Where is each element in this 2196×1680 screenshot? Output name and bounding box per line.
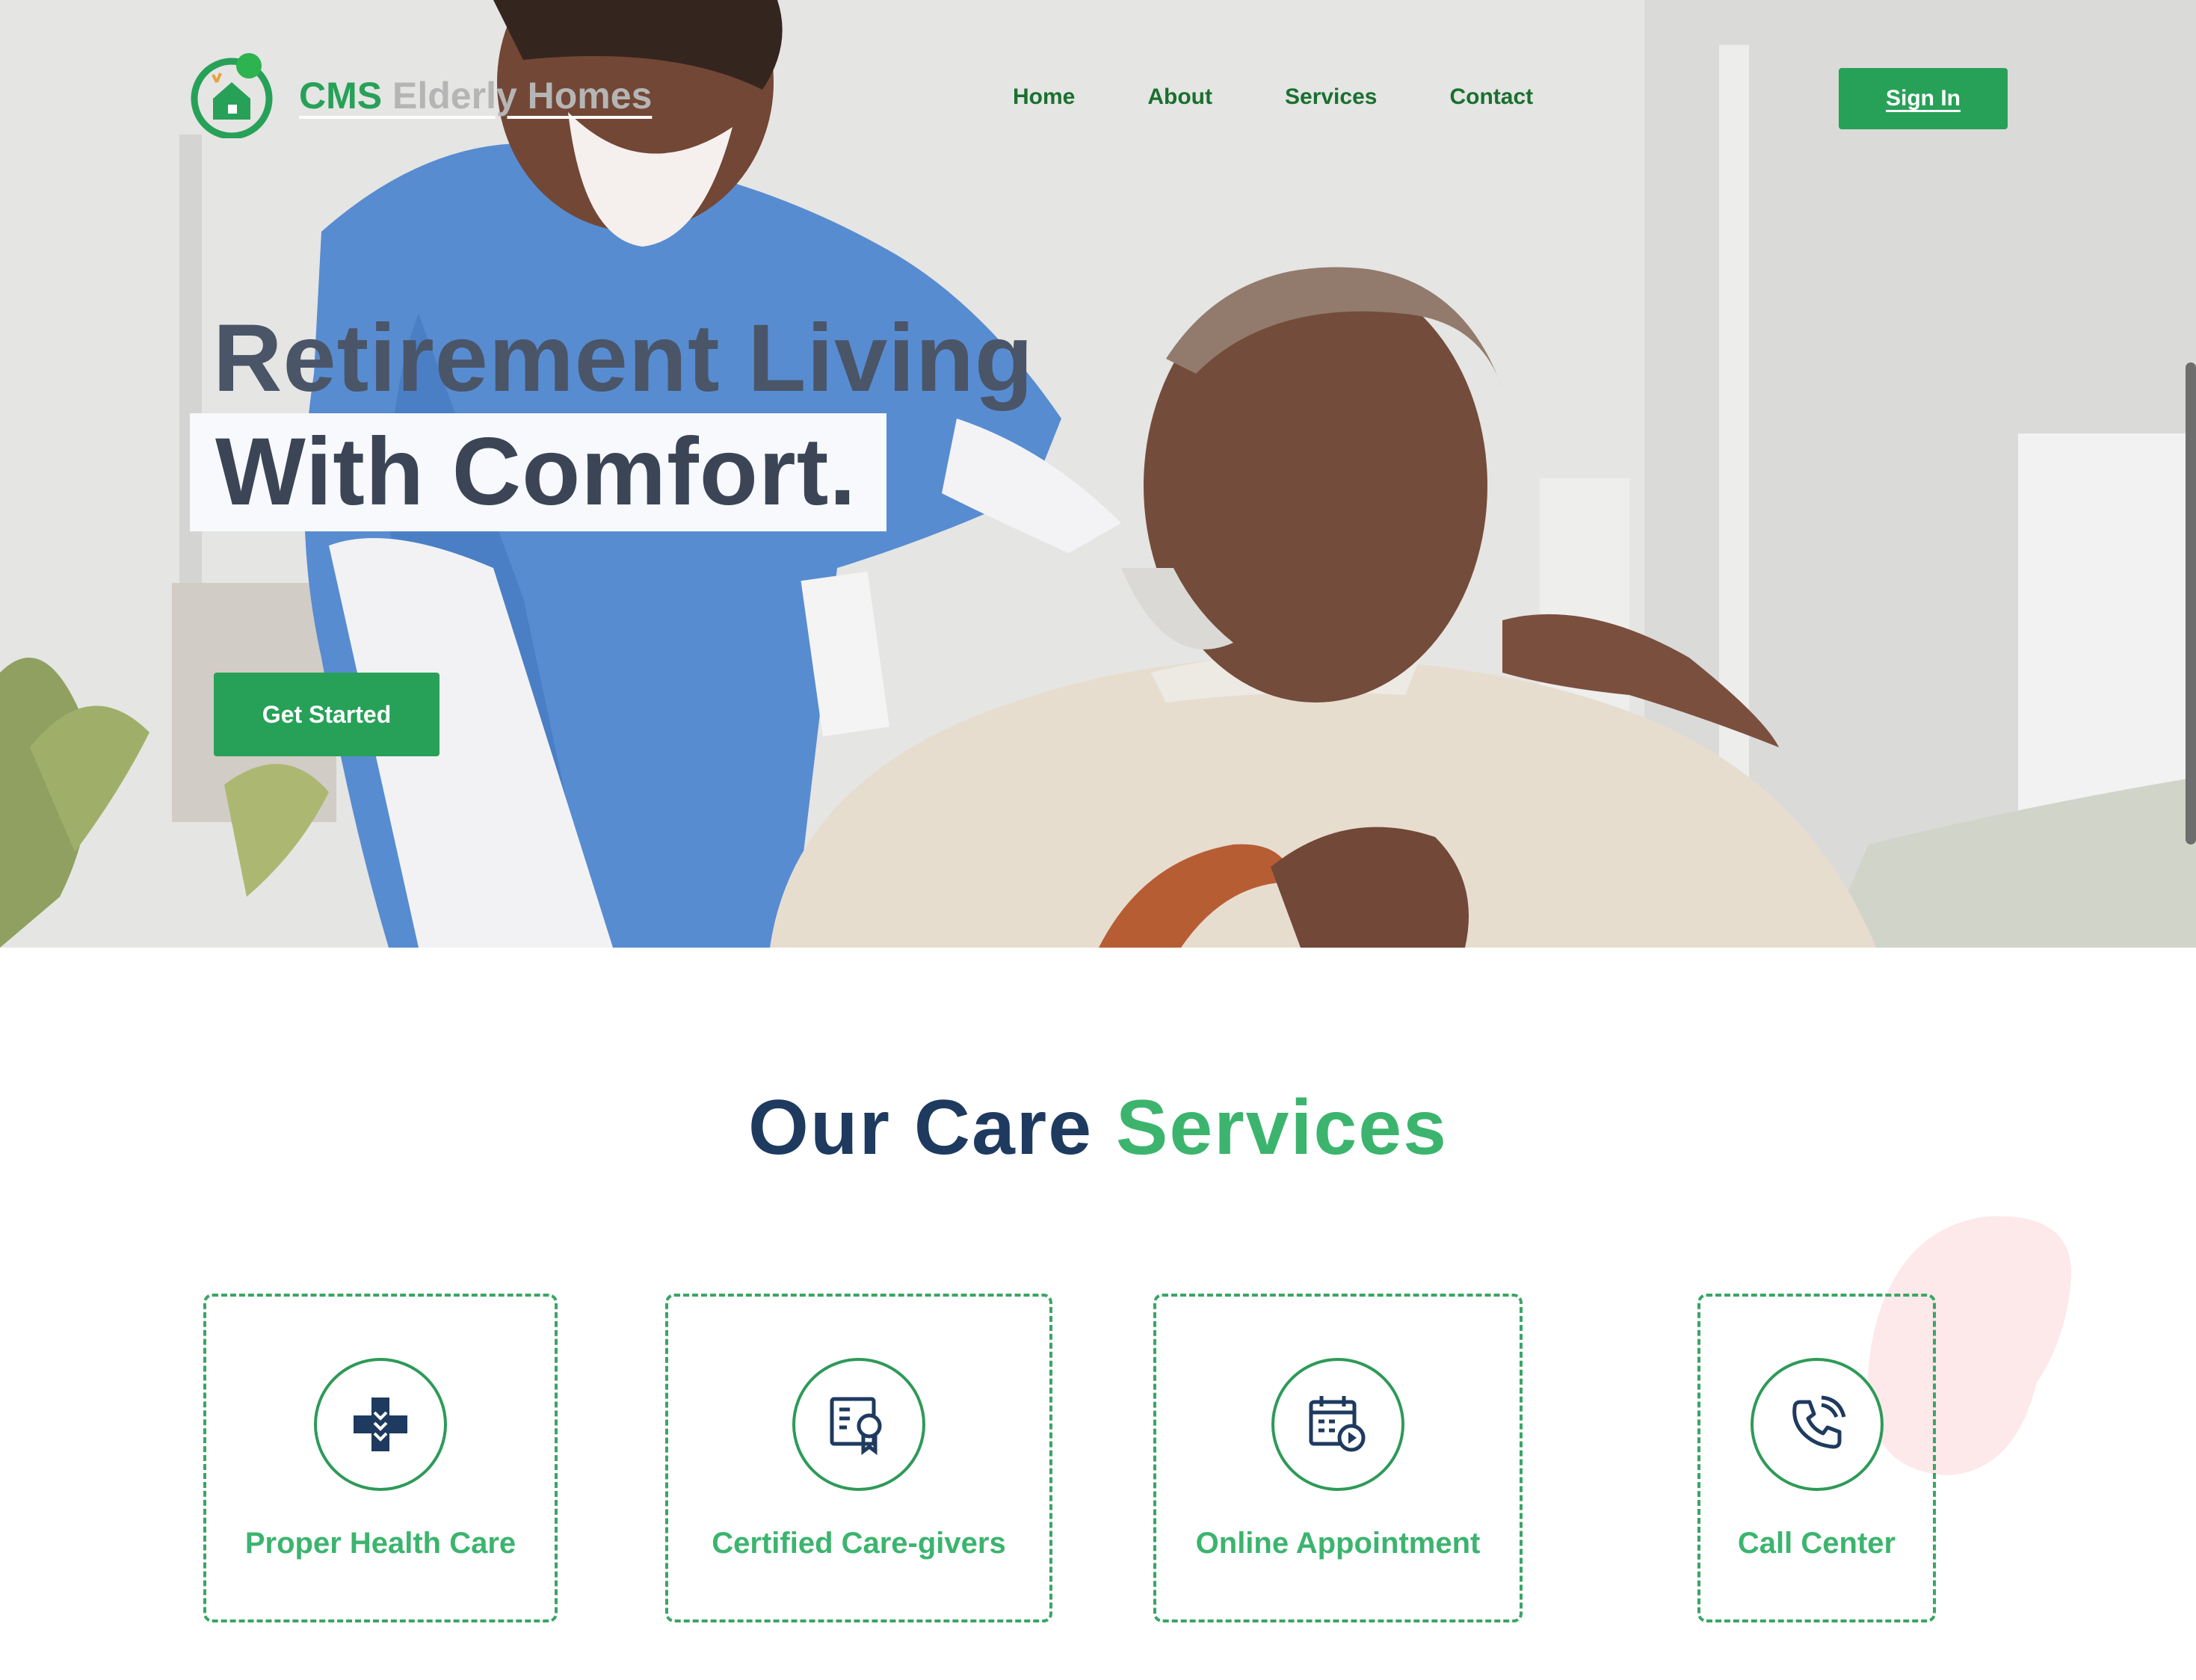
service-card-online-appointment[interactable]: Online Appointment xyxy=(1153,1294,1523,1622)
hero-section: CMS Elderly Homes Home About Services Co… xyxy=(0,0,2196,948)
nav-link-home[interactable]: Home xyxy=(1013,84,1075,110)
hero-title-line2: With Comfort. xyxy=(190,413,886,531)
services-heading: Our Care Services xyxy=(0,1084,2196,1173)
hero-title-line1: Retirement Living xyxy=(213,305,1034,412)
phone-icon xyxy=(1750,1358,1884,1491)
service-card-label: Proper Health Care xyxy=(244,1527,516,1560)
medical-cross-icon xyxy=(314,1358,447,1491)
certificate-icon xyxy=(792,1358,925,1491)
brand-name-part1: CMS xyxy=(299,74,383,117)
service-card-label: Certified Care-givers xyxy=(712,1527,1006,1560)
brand-name: CMS Elderly Homes xyxy=(299,74,652,117)
service-card-health-care[interactable]: Proper Health Care xyxy=(203,1294,558,1622)
brand-name-part2: Elderly Homes xyxy=(392,74,653,117)
services-heading-part2: Services xyxy=(1116,1084,1448,1171)
sign-in-button[interactable]: Sign In xyxy=(1839,68,2008,129)
service-card-call-center[interactable]: Call Center xyxy=(1697,1294,1936,1622)
calendar-appointment-icon xyxy=(1271,1358,1404,1491)
scrollbar[interactable] xyxy=(2186,362,2196,844)
logo[interactable]: CMS Elderly Homes xyxy=(191,52,652,138)
nav-link-contact[interactable]: Contact xyxy=(1449,84,1533,110)
service-card-label: Online Appointment xyxy=(1195,1527,1481,1560)
nav-link-about[interactable]: About xyxy=(1147,84,1212,110)
main-nav: Home About Services Contact xyxy=(1013,84,1606,110)
nav-link-services[interactable]: Services xyxy=(1285,84,1377,110)
get-started-button[interactable]: Get Started xyxy=(214,673,439,756)
house-logo-icon xyxy=(191,53,273,138)
service-card-label: Call Center xyxy=(1737,1527,1896,1560)
services-heading-part1: Our Care xyxy=(748,1084,1094,1171)
service-card-caregivers[interactable]: Certified Care-givers xyxy=(665,1294,1052,1622)
